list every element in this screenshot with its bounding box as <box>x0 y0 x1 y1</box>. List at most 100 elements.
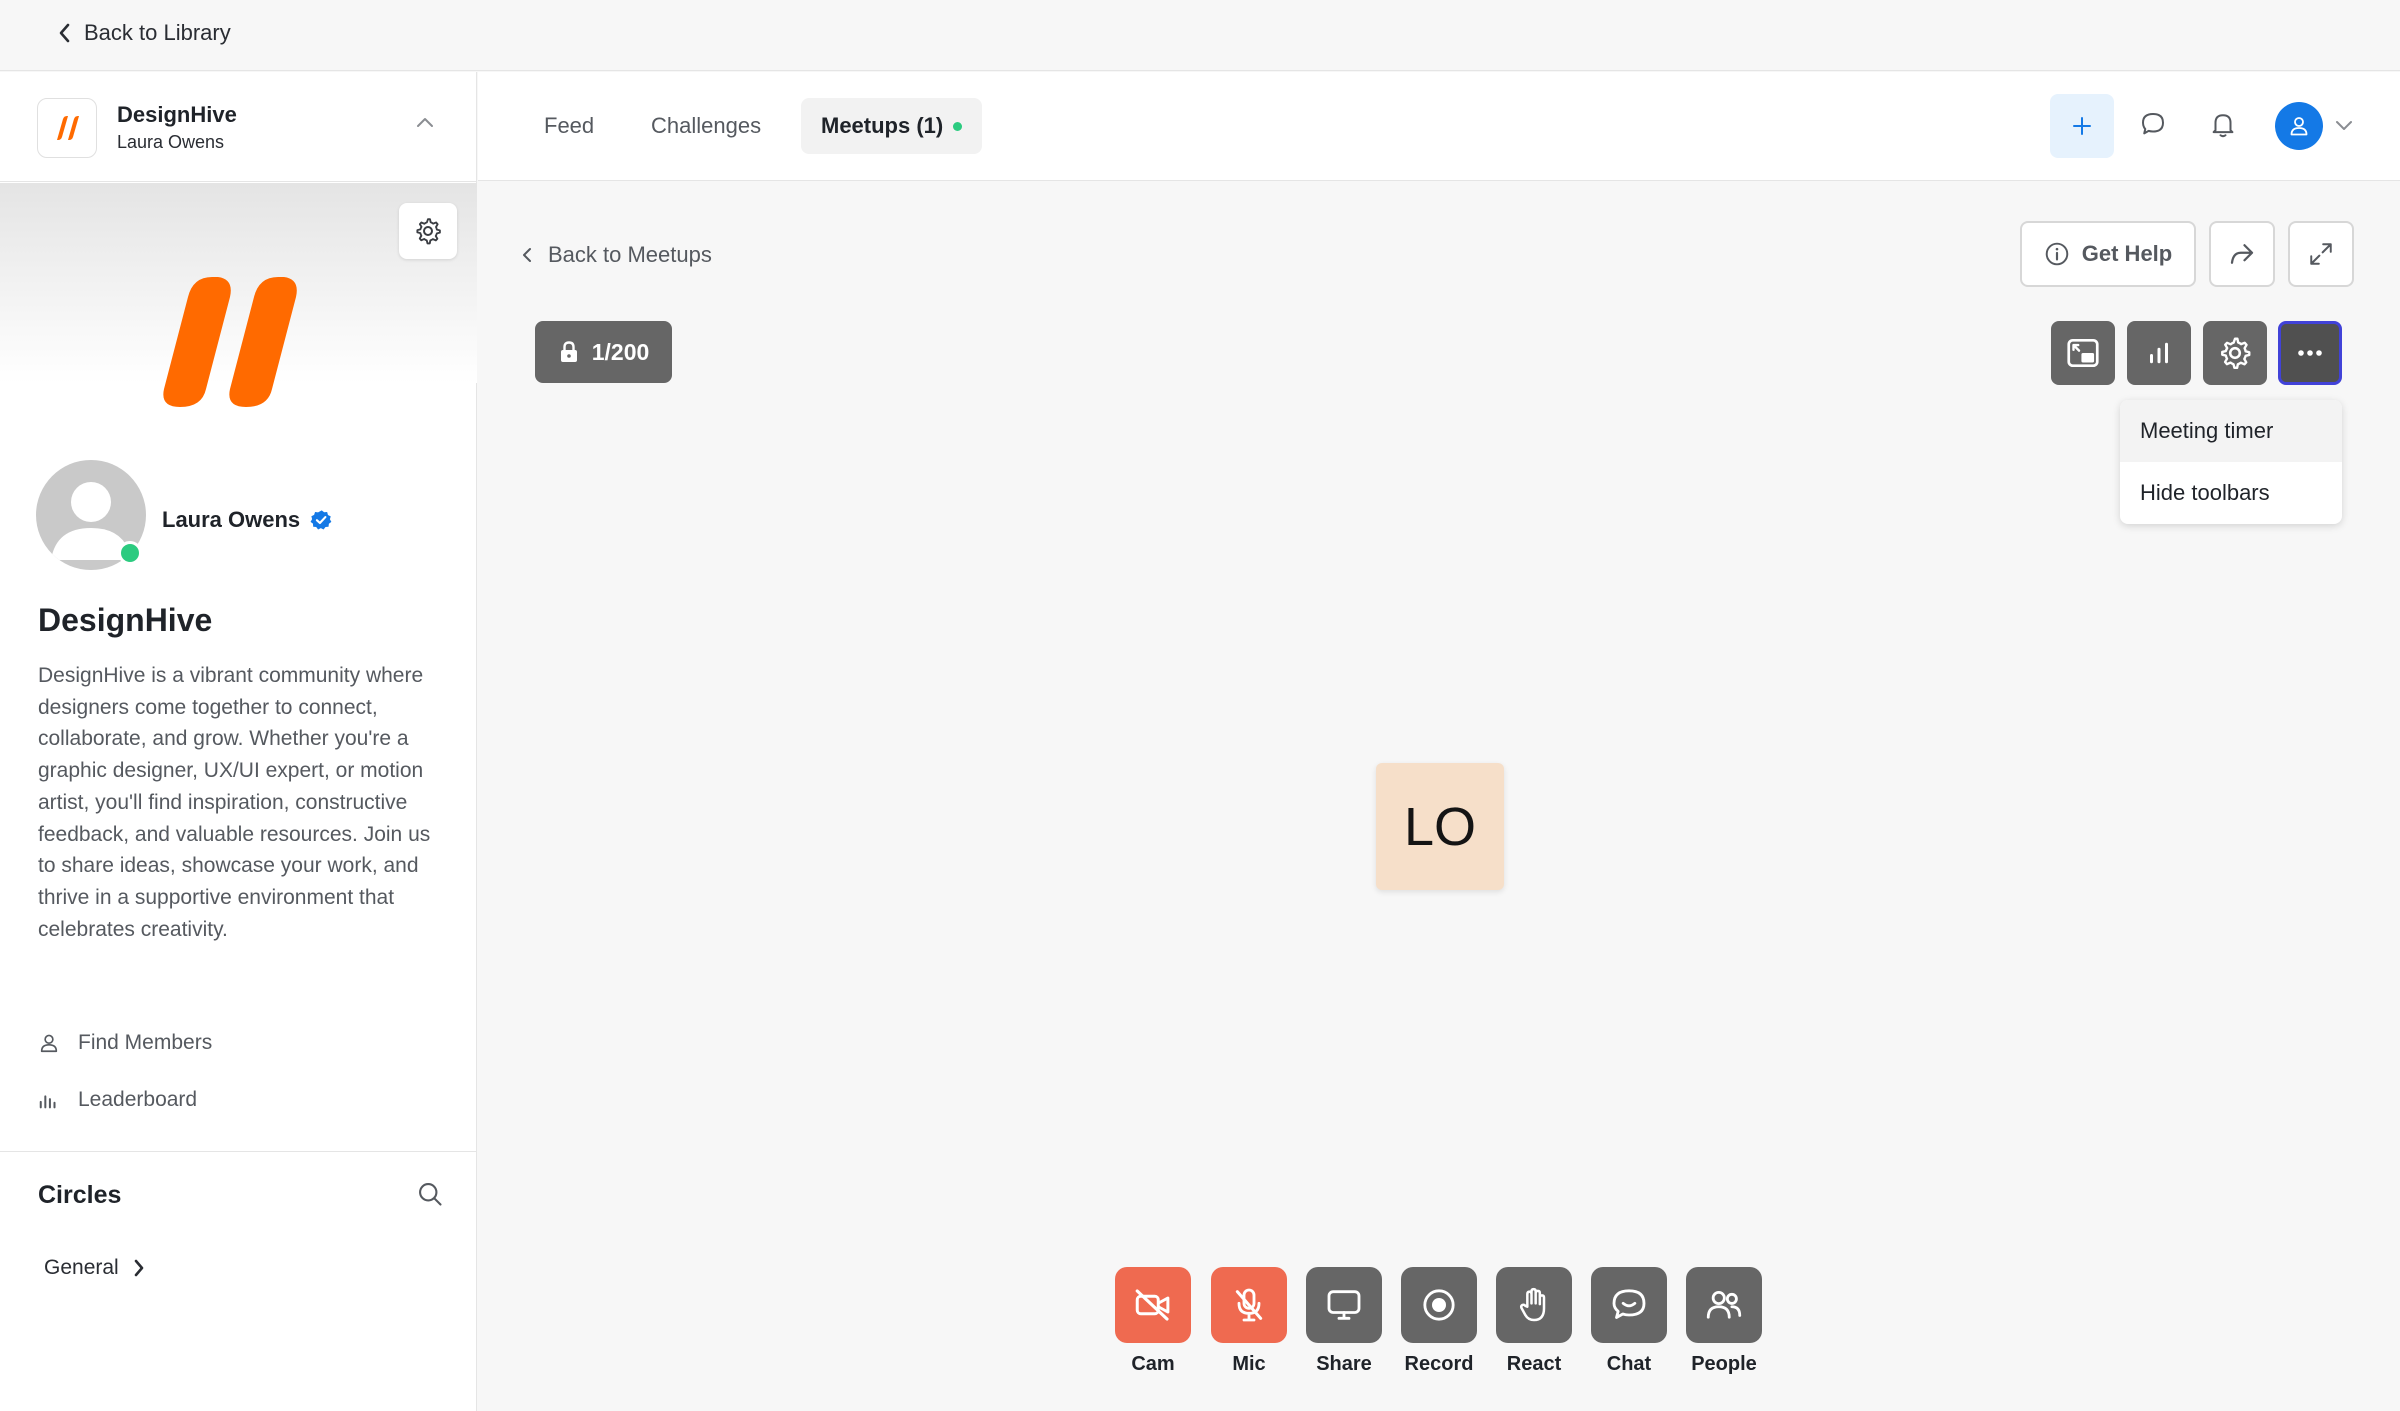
lock-icon <box>560 341 577 362</box>
record-icon <box>1423 1289 1455 1321</box>
capacity-label: 1/200 <box>591 338 650 365</box>
menu-item-hide-toolbars[interactable]: Hide toolbars <box>2120 462 2342 524</box>
people-button-face[interactable] <box>1686 1267 1762 1343</box>
people-icon <box>1706 1291 1742 1319</box>
chevron-right-icon <box>134 1259 144 1277</box>
share-arrow-icon <box>2230 244 2254 264</box>
more-options-menu: Meeting timer Hide toolbars <box>2120 400 2342 524</box>
participant-capacity-badge: 1/200 <box>535 321 672 383</box>
user-icon <box>40 1034 58 1053</box>
chat-icon <box>1612 1289 1646 1319</box>
community-owner: Laura Owens <box>117 132 225 152</box>
back-to-meetups-label: Back to Meetups <box>548 242 712 267</box>
chat-button[interactable]: Chat <box>1590 1267 1668 1376</box>
menu-item-label: Hide toolbars <box>2140 480 2270 505</box>
profile-name[interactable]: Laura Owens <box>162 507 332 533</box>
react-label: React <box>1506 1353 1562 1375</box>
top-bar: Back to Library <box>0 0 2400 71</box>
tab-label: Meetups (1) <box>821 113 944 138</box>
picture-in-picture-icon <box>2067 338 2099 368</box>
cam-label: Cam <box>1131 1353 1175 1375</box>
tab-meetups[interactable]: Meetups (1) <box>801 98 983 154</box>
tab-challenges[interactable]: Challenges <box>631 98 781 154</box>
back-to-library-label: Back to Library <box>84 20 231 45</box>
leaderboard-label: Leaderboard <box>78 1088 198 1111</box>
circles-title: Circles <box>38 1181 122 1209</box>
cam-button[interactable]: Cam <box>1114 1267 1192 1376</box>
gear-icon <box>416 218 441 245</box>
chat-label: Chat <box>1606 1353 1652 1375</box>
main-header: Feed Challenges Meetups (1) <box>478 72 2400 181</box>
record-label: Record <box>1404 1353 1474 1375</box>
profile-name-label: Laura Owens <box>162 507 301 532</box>
participant-initials: LO <box>1403 796 1477 857</box>
menu-item-meeting-timer[interactable]: Meeting timer <box>2120 400 2342 462</box>
search-icon[interactable] <box>416 1180 444 1208</box>
more-horizontal-icon <box>2298 350 2322 356</box>
share-button[interactable]: Share <box>1305 1267 1383 1376</box>
plus-icon <box>2073 117 2091 135</box>
meeting-settings-button[interactable] <box>2203 321 2267 385</box>
back-to-meetups-link[interactable]: Back to Meetups <box>522 242 712 268</box>
get-help-label: Get Help <box>2081 241 2173 266</box>
tab-feed[interactable]: Feed <box>524 98 614 154</box>
cover-settings-button[interactable] <box>399 203 457 259</box>
user-icon <box>2290 117 2308 136</box>
mic-button[interactable]: Mic <box>1210 1267 1288 1376</box>
record-button-face[interactable] <box>1401 1267 1477 1343</box>
fullscreen-button[interactable] <box>2288 221 2354 287</box>
about-title: DesignHive <box>38 602 213 638</box>
stats-button[interactable] <box>2127 321 2191 385</box>
people-button[interactable]: People <box>1685 1267 1763 1376</box>
participant-tile[interactable]: LO <box>1376 763 1504 890</box>
back-to-library-link[interactable]: Back to Library <box>58 20 231 46</box>
mic-button-face[interactable] <box>1211 1267 1287 1343</box>
divider <box>0 1151 477 1152</box>
menu-item-label: Meeting timer <box>2140 418 2274 443</box>
share-label: Share <box>1316 1353 1372 1375</box>
react-button-face[interactable] <box>1496 1267 1572 1343</box>
bell-icon[interactable] <box>2208 109 2238 139</box>
community-cover-logo <box>163 277 297 407</box>
about-description: DesignHive is a vibrant community where … <box>38 664 431 941</box>
chevron-left-icon <box>523 248 531 262</box>
circle-item-general[interactable]: General <box>44 1256 145 1280</box>
live-indicator-dot <box>953 121 963 131</box>
find-members-link[interactable]: Find Members <box>38 1031 212 1055</box>
sidebar: DesignHive Laura Owens Laura Owens Desig… <box>0 72 477 1411</box>
screen-share-icon <box>1327 1290 1361 1320</box>
community-name: DesignHive <box>117 102 237 127</box>
leaderboard-link[interactable]: Leaderboard <box>38 1088 197 1112</box>
tab-label: Challenges <box>651 113 762 138</box>
record-button[interactable]: Record <box>1400 1267 1478 1376</box>
verified-badge-icon <box>310 510 332 530</box>
mic-label: Mic <box>1232 1353 1266 1375</box>
camera-off-icon <box>1135 1289 1170 1321</box>
share-button-face[interactable] <box>1306 1267 1382 1343</box>
online-status-indicator <box>118 541 142 565</box>
share-link-button[interactable] <box>2209 221 2275 287</box>
create-button[interactable] <box>2050 94 2114 158</box>
find-members-label: Find Members <box>78 1031 213 1054</box>
people-label: People <box>1691 1353 1757 1375</box>
get-help-button[interactable]: Get Help <box>2020 221 2196 287</box>
info-icon <box>2045 242 2069 266</box>
chevron-up-icon[interactable] <box>416 116 434 128</box>
chat-icon[interactable] <box>2138 109 2168 139</box>
chevron-down-icon[interactable] <box>2335 120 2353 132</box>
bar-chart-icon <box>39 1095 56 1109</box>
signal-bars-icon <box>2150 342 2168 364</box>
hand-icon <box>1519 1287 1546 1322</box>
cam-button-face[interactable] <box>1115 1267 1191 1343</box>
react-button[interactable]: React <box>1495 1267 1573 1376</box>
more-options-button[interactable] <box>2278 321 2342 385</box>
chevron-left-icon <box>59 23 70 43</box>
circle-item-label: General <box>44 1256 119 1279</box>
community-logo <box>37 98 97 158</box>
community-switcher[interactable]: DesignHive Laura Owens <box>0 72 477 182</box>
chat-button-face[interactable] <box>1591 1267 1667 1343</box>
expand-icon <box>2310 243 2332 265</box>
picture-in-picture-button[interactable] <box>2051 321 2115 385</box>
user-menu-avatar[interactable] <box>2275 102 2323 150</box>
mic-off-icon <box>1235 1288 1263 1322</box>
